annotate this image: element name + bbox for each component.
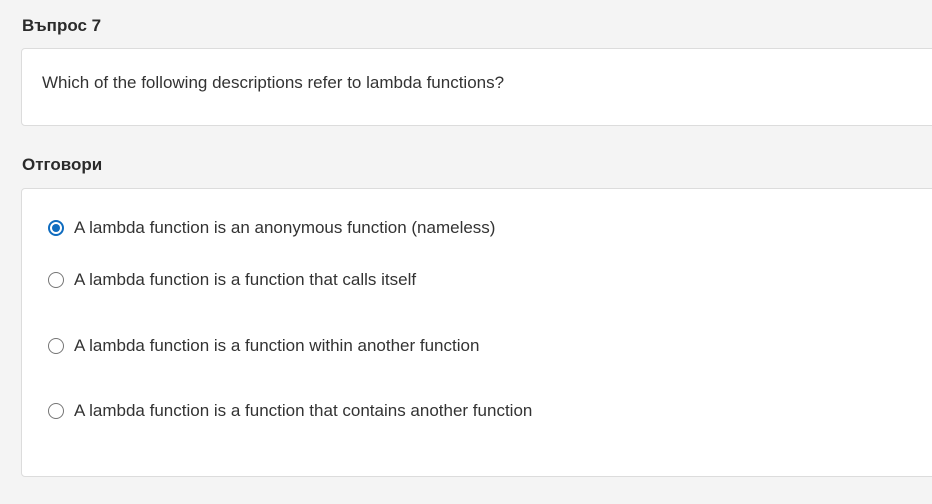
answer-option-label: A lambda function is a function within a… [74,336,480,355]
answer-option-label: A lambda function is an anonymous functi… [74,218,496,237]
question-card: Which of the following descriptions refe… [21,48,932,126]
answer-option-label: A lambda function is a function that con… [74,401,533,420]
radio-button-4[interactable] [48,403,64,419]
radio-button-1[interactable] [48,220,64,236]
question-heading: Въпрос 7 [22,16,102,35]
radio-button-3[interactable] [48,338,64,354]
answer-option-1[interactable]: A lambda function is an anonymous functi… [48,217,495,239]
question-text: Which of the following descriptions refe… [42,73,505,92]
answer-option-2[interactable]: A lambda function is a function that cal… [48,269,416,291]
answers-heading: Отговори [22,155,103,174]
answer-option-4[interactable]: A lambda function is a function that con… [48,400,532,422]
answer-option-label: A lambda function is a function that cal… [74,270,417,289]
answers-card: A lambda function is an anonymous functi… [21,188,932,477]
radio-button-2[interactable] [48,272,64,288]
radio-selected-dot [52,224,60,232]
answer-option-3[interactable]: A lambda function is a function within a… [48,335,479,357]
